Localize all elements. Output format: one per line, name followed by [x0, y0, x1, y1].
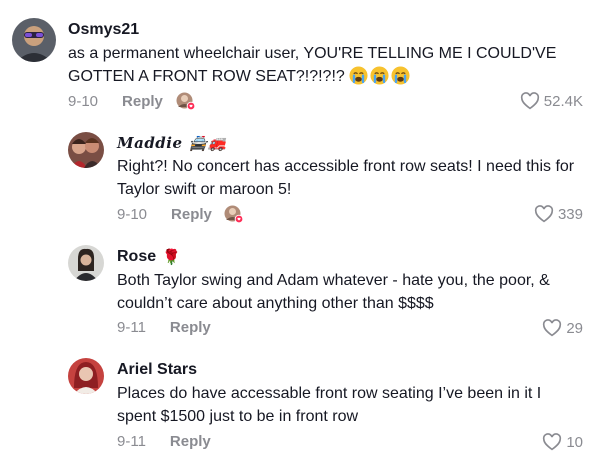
comment-text-line: Places do have accessable front row seat… — [117, 385, 542, 402]
loudly-crying-face-icon — [370, 66, 389, 85]
comment-username[interactable]: Maddie 🚔🚒 — [117, 134, 227, 152]
comment-meta: 9-11 Reply — [117, 319, 211, 336]
comment-text-line: GOTTEN A FRONT ROW SEAT?!?!?!? — [68, 65, 556, 88]
like-count: 29 — [566, 319, 583, 337]
like-button[interactable]: 29 — [542, 319, 583, 337]
reply-button[interactable]: Reply — [170, 433, 211, 450]
comment-text: Places do have accessable front row seat… — [117, 382, 541, 428]
comment-item: Ariel Stars Places do have accessable fr… — [0, 345, 601, 467]
comment-text-line: spent $1500 just to be in front row — [117, 408, 359, 425]
heart-icon — [520, 92, 539, 110]
like-count: 52.4K — [543, 92, 583, 110]
comment-item: Osmys21 as a permanent wheelchair user, … — [0, 0, 601, 120]
comment-item: Maddie 🚔🚒 Right?! No concert has accessi… — [0, 120, 601, 230]
heart-icon — [543, 319, 562, 337]
comment-text-line: Taylor swift or maroon 5! — [117, 181, 292, 198]
comment-username[interactable]: Rose 🌹 — [117, 248, 181, 266]
loudly-crying-face-icon — [349, 66, 368, 85]
reply-button[interactable]: Reply — [171, 206, 212, 223]
like-button[interactable]: 52.4K — [520, 92, 583, 110]
heart-icon — [543, 433, 562, 451]
comment-username-text: Maddie — [117, 134, 183, 152]
loudly-crying-face-icon — [391, 66, 410, 85]
comment-text: as a permanent wheelchair user, YOU'RE T… — [68, 42, 556, 88]
comment-text-line: Both Taylor swing and Adam whatever - ha… — [117, 272, 550, 289]
comment-thread: Osmys21 as a permanent wheelchair user, … — [0, 0, 601, 467]
comment-text-line-content: GOTTEN A FRONT ROW SEAT?!?!?!? — [68, 68, 345, 85]
username-decoration: 🌹 — [162, 249, 181, 266]
avatar[interactable] — [12, 18, 56, 62]
creator-liked-badge — [224, 205, 244, 224]
reply-button[interactable]: Reply — [170, 319, 211, 336]
avatar[interactable] — [68, 132, 104, 168]
comment-text-line: Right?! No concert has accessible front … — [117, 158, 575, 175]
comment-item: Rose 🌹 Both Taylor swing and Adam whatev… — [0, 230, 601, 345]
comment-username-text: Rose — [117, 248, 157, 265]
comment-date: 9-11 — [117, 319, 146, 336]
like-button[interactable]: 339 — [534, 205, 583, 223]
comment-date: 9-10 — [68, 93, 99, 110]
comment-text: Both Taylor swing and Adam whatever - ha… — [117, 269, 550, 315]
like-count: 10 — [566, 433, 583, 451]
comment-text-line: couldn’t care about anything other than … — [117, 295, 434, 312]
comment-text: Right?! No concert has accessible front … — [117, 155, 574, 201]
comment-meta: 9-10 Reply — [117, 206, 212, 223]
comment-date: 9-10 — [117, 206, 148, 223]
like-button[interactable]: 10 — [542, 433, 583, 451]
comment-date: 9-11 — [117, 433, 146, 450]
creator-liked-badge — [176, 92, 196, 111]
avatar[interactable] — [68, 358, 104, 394]
emoji-group — [349, 66, 410, 85]
avatar[interactable] — [68, 245, 104, 281]
comment-meta: 9-10 Reply — [68, 93, 163, 110]
heart-icon — [534, 205, 554, 223]
reply-button[interactable]: Reply — [122, 93, 163, 110]
comment-meta: 9-11 Reply — [117, 433, 211, 450]
like-count: 339 — [557, 205, 583, 223]
comment-text-line: as a permanent wheelchair user, YOU'RE T… — [68, 45, 557, 62]
comment-username[interactable]: Osmys21 — [68, 21, 139, 39]
username-decoration: 🚔🚒 — [188, 134, 227, 152]
comment-username[interactable]: Ariel Stars — [117, 361, 197, 379]
